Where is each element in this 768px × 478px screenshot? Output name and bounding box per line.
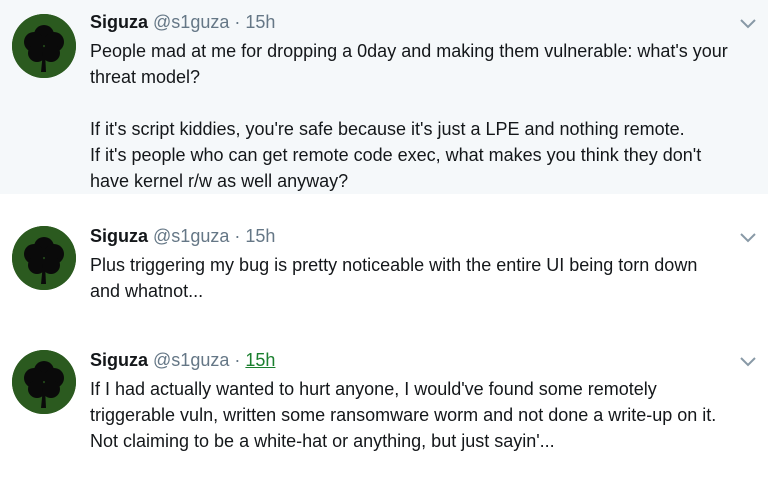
separator-dot: · [234,226,241,246]
tweet-text-line: Not claiming to be a white-hat or anythi… [90,431,555,451]
clover-avatar-icon [12,14,76,78]
separator-dot: · [234,350,241,370]
tweet-3[interactable]: Siguza @s1guza · 15h If I had actually w… [0,336,768,478]
clover-avatar-icon [12,226,76,290]
display-name[interactable]: Siguza [90,12,148,32]
tweet-text-line: If it's people who can get remote code e… [90,145,702,165]
user-handle[interactable]: @s1guza [153,226,229,246]
tweet-text-line: triggerable vuln, written some ransomwar… [90,405,717,425]
avatar[interactable] [12,226,76,290]
timestamp-link[interactable]: 15h [245,12,275,32]
tweet-text-line: If it's script kiddies, you're safe beca… [90,119,685,139]
paragraph-break [90,90,752,116]
chevron-down-icon[interactable] [738,13,758,33]
chevron-down-icon[interactable] [738,351,758,371]
separator-dot: · [234,12,241,32]
clover-avatar-icon [12,350,76,414]
tweet-1[interactable]: Siguza @s1guza · 15h People mad at me fo… [0,0,768,194]
timestamp-link[interactable]: 15h [245,350,275,370]
tweet-text-line: If I had actually wanted to hurt anyone,… [90,379,657,399]
tweet-2[interactable]: Siguza @s1guza · 15h Plus triggering my … [0,194,768,336]
tweet-text-line: Plus triggering my bug is pretty noticea… [90,255,698,275]
avatar[interactable] [12,14,76,78]
tweet-text: If I had actually wanted to hurt anyone,… [90,376,752,454]
chevron-down-icon[interactable] [738,227,758,247]
tweet-text-line: have kernel r/w as well anyway? [90,171,349,191]
tweet-text: Plus triggering my bug is pretty noticea… [90,252,752,304]
display-name[interactable]: Siguza [90,226,148,246]
tweet-header: Siguza @s1guza · 15h [90,226,275,247]
tweet-header: Siguza @s1guza · 15h [90,12,275,33]
user-handle[interactable]: @s1guza [153,350,229,370]
tweet-text: People mad at me for dropping a 0day and… [90,38,752,194]
user-handle[interactable]: @s1guza [153,12,229,32]
tweet-text-line: threat model? [90,67,201,87]
tweet-text-line: and whatnot... [90,281,204,301]
avatar[interactable] [12,350,76,414]
display-name[interactable]: Siguza [90,350,148,370]
tweet-header: Siguza @s1guza · 15h [90,350,275,371]
timestamp-link[interactable]: 15h [245,226,275,246]
tweet-text-line: People mad at me for dropping a 0day and… [90,41,728,61]
